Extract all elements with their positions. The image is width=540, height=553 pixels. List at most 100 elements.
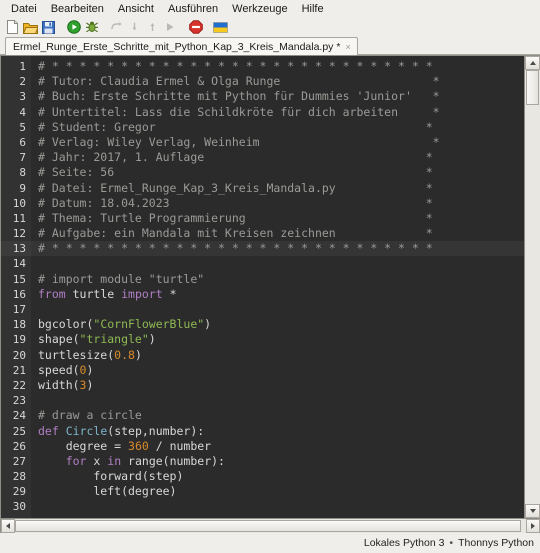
code-line[interactable]: forward(step)	[38, 469, 524, 484]
code-line[interactable]: # draw a circle	[38, 408, 524, 423]
menu-bar: Datei Bearbeiten Ansicht Ausführen Werkz…	[0, 0, 540, 18]
run-icon[interactable]	[65, 19, 82, 35]
menu-item-ansicht[interactable]: Ansicht	[111, 1, 161, 17]
line-number: 12	[12, 227, 26, 241]
line-number: 30	[12, 500, 26, 514]
scroll-up-arrow-icon[interactable]	[525, 56, 540, 70]
code-line[interactable]: shape("triangle")	[38, 332, 524, 347]
line-number: 25	[12, 424, 26, 438]
code-line[interactable]: # Seite: 56 *	[38, 165, 524, 180]
token-plain: (step,number):	[107, 423, 205, 438]
code-line[interactable]: left(degree)	[38, 484, 524, 499]
code-line[interactable]: # Aufgabe: ein Mandala mit Kreisen zeich…	[38, 226, 524, 241]
horizontal-scroll-track[interactable]	[15, 519, 526, 533]
code-line[interactable]: from turtle import *	[38, 287, 524, 302]
token-plain: )	[86, 362, 94, 377]
code-line[interactable]	[38, 515, 524, 518]
editor-tab[interactable]: Ermel_Runge_Erste_Schritte_mit_Python_Ka…	[5, 37, 358, 55]
code-line[interactable]: # import module "turtle"	[38, 272, 524, 287]
new-file-icon[interactable]	[4, 19, 21, 35]
code-line[interactable]: # Jahr: 2017, 1. Auflage *	[38, 150, 524, 165]
code-line[interactable]: bgcolor("CornFlowerBlue")	[38, 317, 524, 332]
code-line[interactable]	[38, 393, 524, 408]
horizontal-scrollbar[interactable]	[1, 518, 540, 533]
code-area[interactable]: 1 2 3 4 5 6 7 8 9 10 11 12 13 14 15 16 17 18 19 20 21 22 23 24 2…	[1, 56, 524, 518]
code-line[interactable]: width(3)	[38, 378, 524, 393]
menu-item-werkzeuge[interactable]: Werkzeuge	[225, 1, 294, 17]
token-plain: range(number):	[121, 453, 225, 468]
code-line[interactable]: # * * * * * * * * * * * * * * * * * * * …	[31, 241, 524, 257]
close-icon[interactable]: ×	[345, 42, 350, 52]
status-backend[interactable]: Thonnys Python	[458, 537, 534, 549]
token-keyword: for	[65, 453, 87, 468]
open-file-icon[interactable]	[22, 19, 39, 35]
token-func: Circle	[65, 423, 108, 438]
stop-icon[interactable]	[187, 19, 204, 35]
token-plain: degree =	[38, 438, 129, 453]
code-text[interactable]: # * * * * * * * * * * * * * * * * * * * …	[31, 56, 524, 518]
token-plain: turtle	[65, 286, 122, 301]
token-comment: # draw a circle	[38, 408, 142, 423]
code-line[interactable]: # Datei: Ermel_Runge_Kap_3_Kreis_Mandala…	[38, 181, 524, 196]
line-number: 19	[12, 333, 26, 347]
scroll-left-arrow-icon[interactable]	[1, 519, 15, 533]
code-line[interactable]: # * * * * * * * * * * * * * * * * * * * …	[38, 59, 524, 74]
code-line[interactable]: turtlesize(0.8)	[38, 348, 524, 363]
token-comment: # Verlag: Wiley Verlag, Weinheim *	[38, 134, 440, 149]
editor-tab-label: Ermel_Runge_Erste_Schritte_mit_Python_Ka…	[13, 40, 341, 53]
code-line[interactable]: def Circle(step,number):	[38, 424, 524, 439]
editor-row: 1 2 3 4 5 6 7 8 9 10 11 12 13 14 15 16 17 18 19 20 21 22 23 24 2…	[1, 56, 540, 518]
menu-item-hilfe[interactable]: Hilfe	[295, 1, 331, 17]
token-comment: # Student: Gregor *	[38, 119, 433, 134]
token-number: 360	[128, 438, 149, 453]
ukraine-icon[interactable]	[212, 19, 229, 35]
token-comment: # Thema: Turtle Programmierung *	[38, 210, 433, 225]
code-line[interactable]: # Buch: Erste Schritte mit Python für Du…	[38, 89, 524, 104]
line-number: 28	[12, 470, 26, 484]
code-line[interactable]	[38, 499, 524, 514]
token-plain: )	[204, 317, 212, 332]
token-plain: turtlesize(	[38, 347, 115, 362]
line-number: 16	[12, 287, 26, 301]
menu-item-bearbeiten[interactable]: Bearbeiten	[44, 1, 111, 17]
toolbar-separator-2	[101, 19, 107, 35]
line-number: 17	[12, 303, 26, 316]
scroll-right-arrow-icon[interactable]	[526, 519, 540, 533]
toolbar-separator-1	[58, 19, 64, 35]
code-line[interactable]: # Verlag: Wiley Verlag, Weinheim *	[38, 135, 524, 150]
token-keyword: def	[38, 423, 59, 438]
token-comment: # import module "turtle"	[38, 271, 205, 286]
line-number: 10	[12, 196, 26, 210]
code-line[interactable]: # Student: Gregor *	[38, 120, 524, 135]
save-icon[interactable]	[40, 19, 57, 35]
code-line[interactable]: # Tutor: Claudia Ermel & Olga Runge *	[38, 74, 524, 89]
line-number: 2	[19, 75, 26, 89]
editor-tab-bar: Ermel_Runge_Erste_Schritte_mit_Python_Ka…	[0, 36, 540, 55]
line-number: 29	[12, 485, 26, 499]
debug-icon[interactable]	[83, 19, 100, 35]
horizontal-scroll-thumb[interactable]	[15, 520, 521, 532]
scroll-down-arrow-icon[interactable]	[525, 504, 540, 518]
token-comment: # Tutor: Claudia Ermel & Olga Runge *	[38, 74, 440, 89]
code-line[interactable]: # Untertitel: Lass die Schildkröte für d…	[38, 105, 524, 120]
code-line[interactable]: speed(0)	[38, 363, 524, 378]
step-into-icon	[126, 19, 143, 35]
token-comment: # Untertitel: Lass die Schildkröte für d…	[38, 104, 440, 119]
vertical-scroll-thumb[interactable]	[526, 70, 539, 105]
vertical-scrollbar[interactable]	[524, 56, 540, 518]
line-number: 23	[12, 394, 26, 408]
code-line[interactable]: degree = 360 / number	[38, 439, 524, 454]
vertical-scroll-track[interactable]	[525, 70, 540, 504]
code-line[interactable]	[38, 302, 524, 317]
status-separator: •	[449, 537, 454, 549]
code-line[interactable]	[38, 256, 524, 271]
menu-item-datei[interactable]: Datei	[4, 1, 44, 17]
code-line[interactable]: for x in range(number):	[38, 454, 524, 469]
status-interpreter[interactable]: Lokales Python 3	[364, 537, 445, 549]
toolbar	[0, 18, 540, 36]
token-string: "CornFlowerBlue"	[93, 317, 205, 332]
menu-item-ausfuehren[interactable]: Ausführen	[161, 1, 225, 17]
code-line[interactable]: # Thema: Turtle Programmierung *	[38, 211, 524, 226]
token-plain: forward(step)	[38, 469, 184, 484]
code-line[interactable]: # Datum: 18.04.2023 *	[38, 196, 524, 211]
